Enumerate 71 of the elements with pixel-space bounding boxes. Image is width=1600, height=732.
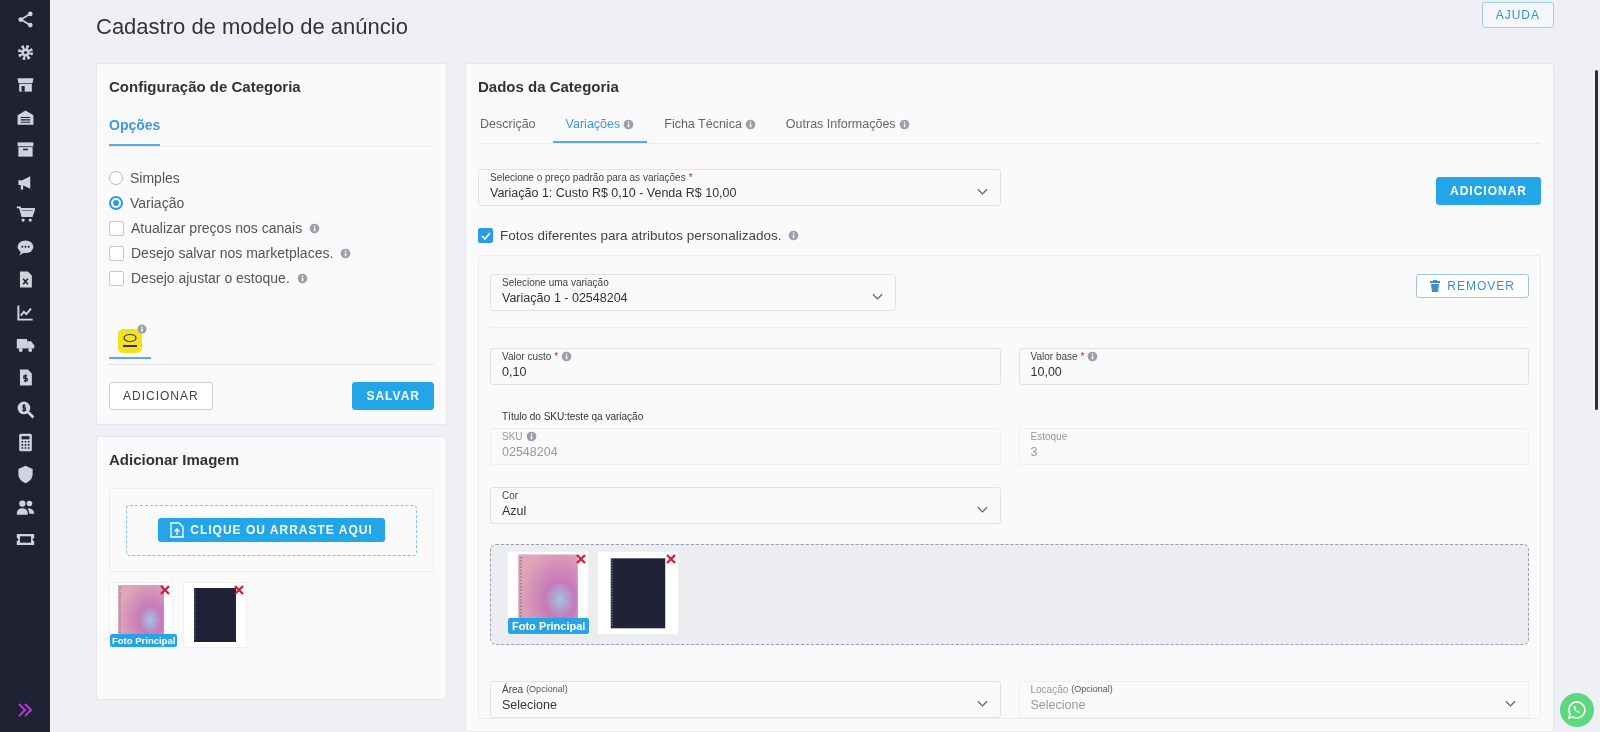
tab[interactable]: Outras Informações: [772, 117, 923, 143]
option-label: Desejo salvar nos marketplaces.: [131, 245, 334, 261]
select-field[interactable]: Cor Azul: [490, 487, 1001, 524]
info-icon: [788, 230, 800, 241]
tab[interactable]: Variações: [552, 117, 648, 143]
required-mark: *: [688, 172, 693, 183]
option-label: Desejo ajustar o estoque.: [131, 270, 290, 286]
option-label: Variação: [130, 195, 185, 211]
field-label: Locação: [1030, 684, 1069, 695]
phone-bubble-icon: [1567, 700, 1587, 720]
tab[interactable]: Ficha Técnica: [651, 117, 769, 143]
field-label: Cor: [502, 490, 519, 501]
radio-button[interactable]: [109, 196, 123, 210]
cart-icon[interactable]: [15, 205, 35, 224]
scrollbar[interactable]: [1594, 70, 1598, 410]
marketplace-logo-icon[interactable]: [117, 324, 147, 354]
option-label: Atualizar preços nos canais: [131, 220, 303, 236]
store-icon[interactable]: [15, 75, 35, 94]
sku-title: Título do SKU:teste qa variação: [502, 411, 645, 422]
add-button[interactable]: ADICIONAR: [109, 382, 213, 410]
warehouse-icon[interactable]: [15, 107, 35, 127]
tab[interactable]: Opções: [109, 117, 161, 146]
required-mark: *: [554, 351, 559, 362]
radio-button[interactable]: [109, 171, 123, 185]
main-photo-badge: Foto Principal: [508, 618, 590, 634]
select-field[interactable]: Selecione o preço padrão para as variações * Variação 1: Custo R$ 0,10 - Venda R$ 10,00: [478, 169, 1001, 206]
settings-icon[interactable]: [15, 42, 35, 62]
field-label: Selecione o preço padrão para as variações: [490, 172, 686, 183]
line-chart-icon[interactable]: [15, 302, 35, 322]
field-label: Valor base: [1030, 351, 1078, 362]
checkbox[interactable]: [478, 228, 493, 243]
option-label: Simples: [130, 170, 180, 186]
shield-icon[interactable]: [15, 465, 35, 484]
chevron-down-icon: [976, 187, 988, 196]
double-chevron-icon[interactable]: [17, 702, 33, 718]
card-title: Adicionar Imagem: [109, 451, 241, 468]
tab[interactable]: Descrição: [478, 117, 549, 143]
input-field[interactable]: Valor base * 10,00: [1018, 348, 1529, 385]
field-label: Valor custo: [502, 351, 552, 362]
input-field[interactable]: Valor custo * 0,10: [490, 348, 1001, 385]
search-icon[interactable]: [15, 400, 35, 419]
field-label: Selecione uma variação: [502, 277, 609, 288]
help-button[interactable]: AJUDA: [1481, 2, 1554, 28]
optional-note: (Opcional): [526, 684, 568, 694]
archive-icon[interactable]: [15, 140, 35, 159]
trash-icon: [1430, 280, 1441, 292]
field-label: Área: [502, 684, 524, 695]
share-icon[interactable]: [15, 10, 35, 29]
card-title: Configuração de Categoria: [109, 78, 302, 95]
select-field[interactable]: Selecione uma variação Variação 1 - 02548204: [490, 274, 896, 311]
chevron-down-icon: [1505, 699, 1516, 708]
chevron-down-icon: [976, 699, 988, 708]
checkbox[interactable]: [109, 245, 124, 261]
required-mark: *: [1080, 351, 1085, 362]
main-photo-badge: Foto Principal: [110, 634, 178, 647]
file-upload-icon: [170, 522, 185, 538]
page-title: Cadastro de modelo de anúncio: [96, 14, 408, 40]
card-title: Dados da Categoria: [478, 78, 620, 95]
chevron-down-icon: [976, 505, 988, 514]
field-label: SKU: [502, 431, 523, 442]
checkbox[interactable]: [109, 270, 124, 286]
select-field[interactable]: Área (Opcional) Selecione: [490, 681, 1001, 718]
field-label: Estoque: [1030, 431, 1068, 442]
checkbox-label: Fotos diferentes para atributos personalizados.: [500, 228, 782, 243]
users-icon[interactable]: [15, 497, 35, 517]
remove-icon[interactable]: [234, 585, 244, 595]
chat-icon[interactable]: [15, 237, 35, 257]
chevron-down-icon: [872, 292, 883, 301]
remove-button[interactable]: REMOVER: [1416, 274, 1529, 298]
optional-note: (Opcional): [1071, 684, 1113, 694]
checkbox[interactable]: [109, 220, 124, 236]
